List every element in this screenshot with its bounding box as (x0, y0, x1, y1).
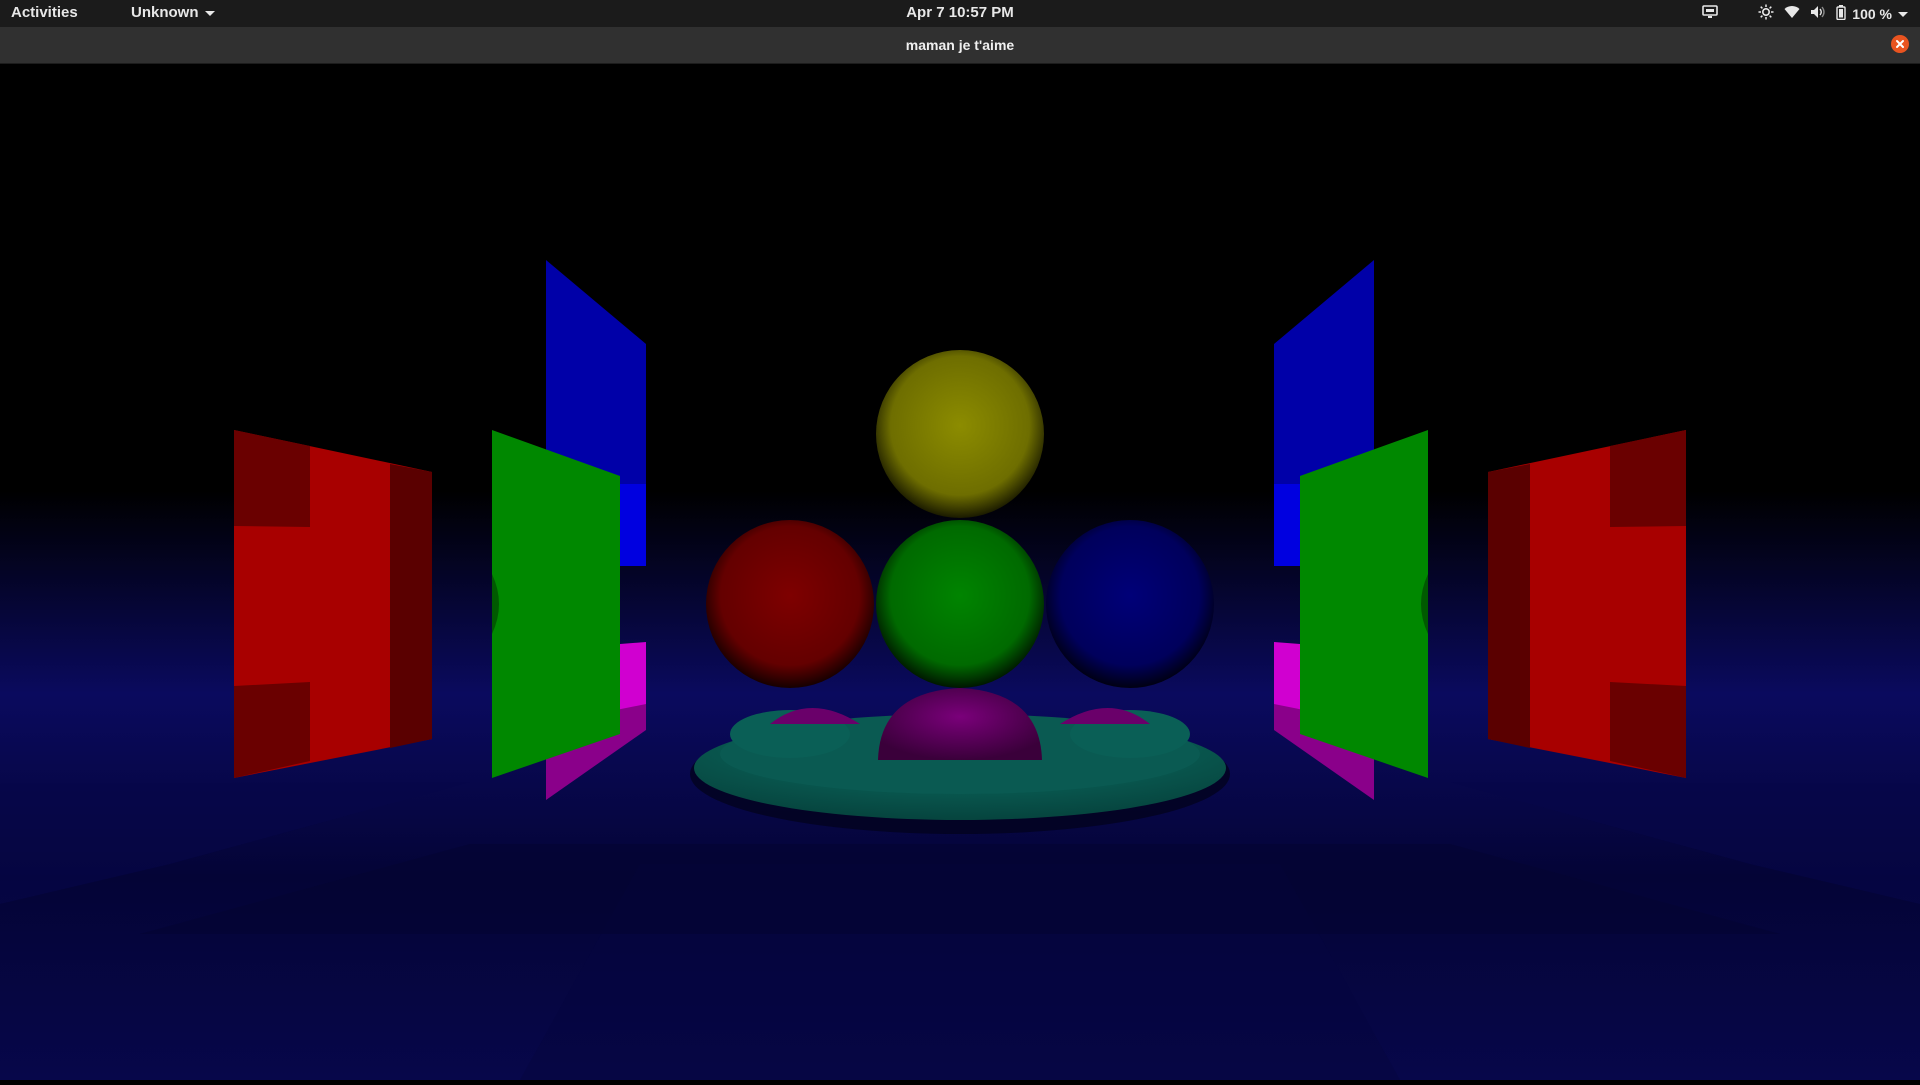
top-bar: Activities Unknown Apr 7 10:57 PM 100 % (0, 0, 1920, 27)
brightness-icon (1758, 4, 1774, 24)
render-viewport[interactable] (0, 64, 1920, 1080)
clock-button[interactable]: Apr 7 10:57 PM (906, 4, 1014, 21)
battery-percent: 100 % (1852, 6, 1892, 22)
yellow-sphere (876, 350, 1044, 518)
close-icon (1896, 40, 1904, 48)
app-menu[interactable]: Unknown (131, 4, 215, 21)
screen-share-icon[interactable] (1702, 5, 1719, 23)
activities-button[interactable]: Activities (11, 4, 78, 21)
window-title: maman je t'aime (905, 37, 1015, 53)
raytraced-scene (0, 64, 1920, 1080)
close-button[interactable] (1891, 35, 1909, 53)
green-sphere (876, 520, 1044, 688)
chevron-down-icon (204, 10, 215, 16)
window-title-bar[interactable]: maman je t'aime (0, 27, 1920, 64)
battery-icon (1836, 4, 1846, 24)
clock: Apr 7 10:57 PM (0, 4, 1920, 21)
red-sphere (706, 520, 874, 688)
system-menu-chevron-icon[interactable] (1898, 11, 1908, 17)
system-tray[interactable]: 100 % (1692, 3, 1908, 25)
app-menu-label: Unknown (131, 4, 199, 21)
wifi-icon (1784, 5, 1800, 23)
blue-sphere (1046, 520, 1214, 688)
volume-icon (1810, 5, 1826, 23)
